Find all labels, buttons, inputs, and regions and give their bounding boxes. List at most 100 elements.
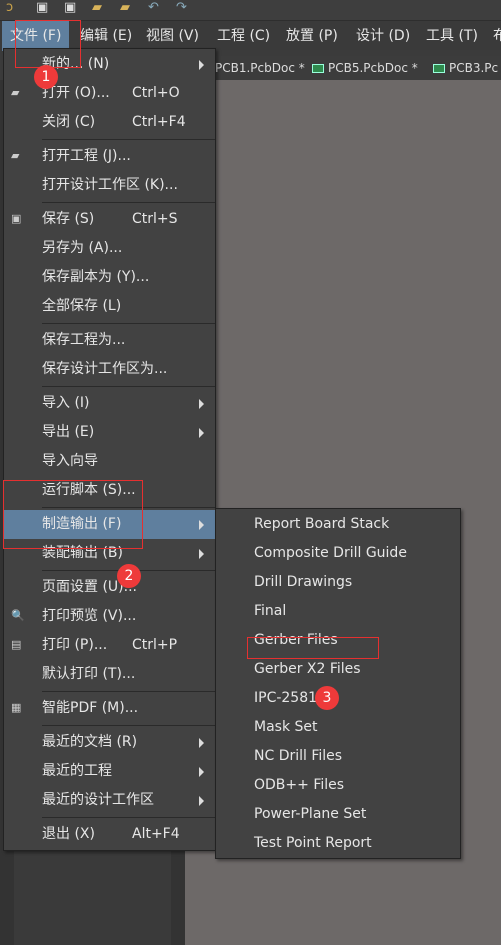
submenu-arrow-icon — [199, 738, 204, 748]
file-menu-item[interactable]: 退出 (X) Alt+F4 — [4, 820, 215, 849]
redo-icon[interactable]: ↷ — [176, 0, 187, 15]
fabrication-output-item[interactable]: Test Point Report — [216, 829, 460, 858]
file-menu-item[interactable]: 导入向导 — [4, 447, 215, 476]
menu-item-shortcut: Ctrl+F4 — [132, 114, 186, 130]
file-menu-item[interactable]: ▣ 保存 (S) Ctrl+S — [4, 205, 215, 234]
fabrication-output-item[interactable]: Drill Drawings — [216, 568, 460, 597]
menu-item-label: 打印预览 (V)... — [42, 608, 137, 624]
submenu-arrow-icon — [199, 60, 204, 70]
menu-place[interactable]: 放置 (P) — [278, 21, 346, 51]
menu-item-label: 退出 (X) — [42, 826, 95, 842]
tab-pcb3[interactable]: PCB3.Pc — [433, 56, 498, 80]
save-all-icon[interactable]: ▣ — [64, 0, 76, 15]
menu-item-label: 全部保存 (L) — [42, 298, 122, 314]
tab-pcb5[interactable]: PCB5.PcbDoc * — [312, 56, 418, 80]
file-menu-item[interactable]: 关闭 (C) Ctrl+F4 — [4, 108, 215, 137]
menu-project[interactable]: 工程 (C) — [209, 21, 278, 51]
menu-design[interactable]: 设计 (D) — [348, 21, 418, 51]
file-menu-item[interactable]: 最近的文档 (R) — [4, 728, 215, 757]
file-menu-item[interactable]: 保存工程为... — [4, 326, 215, 355]
open-folder-icon: ▰ — [11, 86, 20, 99]
menu-item-shortcut: Alt+F4 — [132, 826, 180, 842]
printer-icon: ▤ — [11, 638, 22, 651]
pcb-doc-icon — [433, 64, 445, 73]
file-menu: 新的... (N) ▰ 打开 (O)... Ctrl+O 关闭 (C) Ctrl+F4 ▰ 打… — [3, 48, 216, 851]
menu-item-label: 导入向导 — [42, 453, 98, 469]
open-project-icon[interactable]: ▰ — [120, 0, 130, 15]
tab-pcb1[interactable]: PCB1.PcbDoc * — [215, 56, 305, 80]
menu-item-label: 保存设计工作区为... — [42, 361, 168, 377]
open-project-icon: ▰ — [11, 149, 20, 162]
annotation-box-1 — [15, 20, 81, 68]
file-menu-item[interactable]: 最近的设计工作区 — [4, 786, 215, 815]
menu-item-label: 打开工程 (J)... — [42, 148, 131, 164]
menu-tools[interactable]: 工具 (T) — [418, 21, 486, 51]
file-menu-item[interactable]: 全部保存 (L) — [4, 292, 215, 321]
submenu-arrow-icon — [199, 767, 204, 777]
fabrication-output-item[interactable]: Gerber X2 Files — [216, 655, 460, 684]
file-menu-item[interactable]: ▤ 打印 (P)... Ctrl+P — [4, 631, 215, 660]
submenu-arrow-icon — [199, 549, 204, 559]
fabrication-output-item[interactable]: NC Drill Files — [216, 742, 460, 771]
file-menu-item[interactable]: 🔍 打印预览 (V)... — [4, 602, 215, 631]
menu-item-label: Report Board Stack — [254, 516, 390, 532]
fabrication-outputs-submenu: Report Board Stack Composite Drill Guide D… — [215, 508, 461, 859]
menu-item-label: Power-Plane Set — [254, 806, 367, 822]
fabrication-output-item[interactable]: Composite Drill Guide — [216, 539, 460, 568]
file-menu-item[interactable]: 导出 (E) — [4, 418, 215, 447]
file-menu-item[interactable]: 保存设计工作区为... — [4, 355, 215, 384]
annotation-badge-3: 3 — [315, 686, 339, 710]
file-menu-item[interactable]: 导入 (I) — [4, 389, 215, 418]
annotation-box-2 — [3, 480, 143, 549]
file-menu-item[interactable]: ▦ 智能PDF (M)... — [4, 694, 215, 723]
fabrication-output-item[interactable]: Mask Set — [216, 713, 460, 742]
menu-item-label: Final — [254, 603, 287, 619]
file-menu-item[interactable]: 最近的工程 — [4, 757, 215, 786]
pdf-icon: ▦ — [11, 701, 22, 714]
file-menu-item[interactable]: 另存为 (A)... — [4, 234, 215, 263]
menu-item-label: Gerber X2 Files — [254, 661, 361, 677]
submenu-arrow-icon — [199, 520, 204, 530]
menu-edit[interactable]: 编辑 (E) — [72, 21, 140, 51]
menu-item-label: 保存工程为... — [42, 332, 126, 348]
menu-item-label: Composite Drill Guide — [254, 545, 407, 561]
submenu-arrow-icon — [199, 796, 204, 806]
file-menu-item[interactable]: 打开设计工作区 (K)... — [4, 171, 215, 200]
menu-item-label: 导入 (I) — [42, 395, 90, 411]
tab-label: PCB3.Pc — [449, 61, 499, 75]
menu-item-label: 默认打印 (T)... — [42, 666, 136, 682]
file-menu-item[interactable]: 页面设置 (U)... — [4, 573, 215, 602]
menu-item-label: 导出 (E) — [42, 424, 95, 440]
file-menu-item[interactable]: 保存副本为 (Y)... — [4, 263, 215, 292]
menu-more[interactable]: 布 — [485, 21, 501, 51]
undo-icon[interactable]: ↶ — [148, 0, 159, 15]
menu-item-label: Test Point Report — [254, 835, 372, 851]
annotation-badge-1: 1 — [34, 65, 58, 89]
menu-item-label: 最近的设计工作区 — [42, 792, 154, 808]
file-menu-item[interactable]: ▰ 打开工程 (J)... — [4, 142, 215, 171]
fabrication-output-item[interactable]: Final — [216, 597, 460, 626]
pcb-doc-icon — [312, 64, 324, 73]
fabrication-output-item[interactable]: Report Board Stack — [216, 510, 460, 539]
menu-item-label: 打印 (P)... — [42, 637, 108, 653]
submenu-arrow-icon — [199, 399, 204, 409]
tab-label: PCB1.PcbDoc * — [215, 61, 305, 75]
app-logo-icon: ↄ — [6, 0, 14, 15]
open-folder-icon[interactable]: ▰ — [92, 0, 102, 15]
fabrication-output-item[interactable]: ODB++ Files — [216, 771, 460, 800]
fabrication-output-item[interactable]: Power-Plane Set — [216, 800, 460, 829]
annotation-box-3 — [247, 637, 379, 659]
menu-item-label: 打开设计工作区 (K)... — [42, 177, 178, 193]
menu-item-label: ODB++ Files — [254, 777, 345, 793]
annotation-badge-2: 2 — [117, 564, 141, 588]
menu-item-label: 保存副本为 (Y)... — [42, 269, 150, 285]
document-tabs: PCB1.PcbDoc * PCB5.PcbDoc * PCB3.Pc — [215, 56, 501, 80]
submenu-arrow-icon — [199, 428, 204, 438]
menu-item-label: 最近的工程 — [42, 763, 112, 779]
menu-item-label: 最近的文档 (R) — [42, 734, 138, 750]
file-menu-item[interactable]: 默认打印 (T)... — [4, 660, 215, 689]
save-icon[interactable]: ▣ — [36, 0, 48, 15]
tab-label: PCB5.PcbDoc * — [328, 61, 418, 75]
menu-view[interactable]: 视图 (V) — [138, 21, 207, 51]
menu-item-label: 关闭 (C) — [42, 114, 96, 130]
